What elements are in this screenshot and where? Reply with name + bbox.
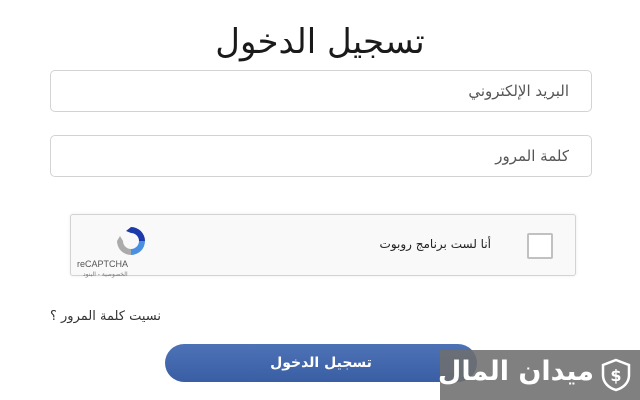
site-watermark: ميدان المال $: [437, 350, 640, 400]
login-button[interactable]: تسجيل الدخول: [165, 344, 477, 382]
forgot-password-link[interactable]: نسيت كلمة المرور ؟: [50, 309, 161, 324]
recaptcha-label: أنا لست برنامج روبوت: [379, 237, 491, 251]
svg-text:$: $: [610, 366, 621, 385]
password-field[interactable]: [50, 135, 592, 177]
dollar-shield-icon: $: [601, 358, 631, 392]
recaptcha-brand-name: reCAPTCHA: [77, 259, 129, 269]
page-title: تسجيل الدخول: [215, 22, 425, 62]
watermark-text: ميدان المال: [437, 356, 594, 387]
recaptcha-icon: [117, 227, 145, 255]
login-page: تسجيل الدخول أنا لست برنامج روبوت reCAPT…: [0, 0, 640, 400]
recaptcha-checkbox[interactable]: [527, 233, 553, 259]
recaptcha-terms-link[interactable]: الخصوصية - البنود: [83, 271, 128, 278]
recaptcha-widget: أنا لست برنامج روبوت reCAPTCHA الخصوصية …: [70, 214, 576, 278]
email-field[interactable]: [50, 70, 592, 112]
recaptcha-brand: reCAPTCHA الخصوصية - البنود: [77, 221, 187, 278]
